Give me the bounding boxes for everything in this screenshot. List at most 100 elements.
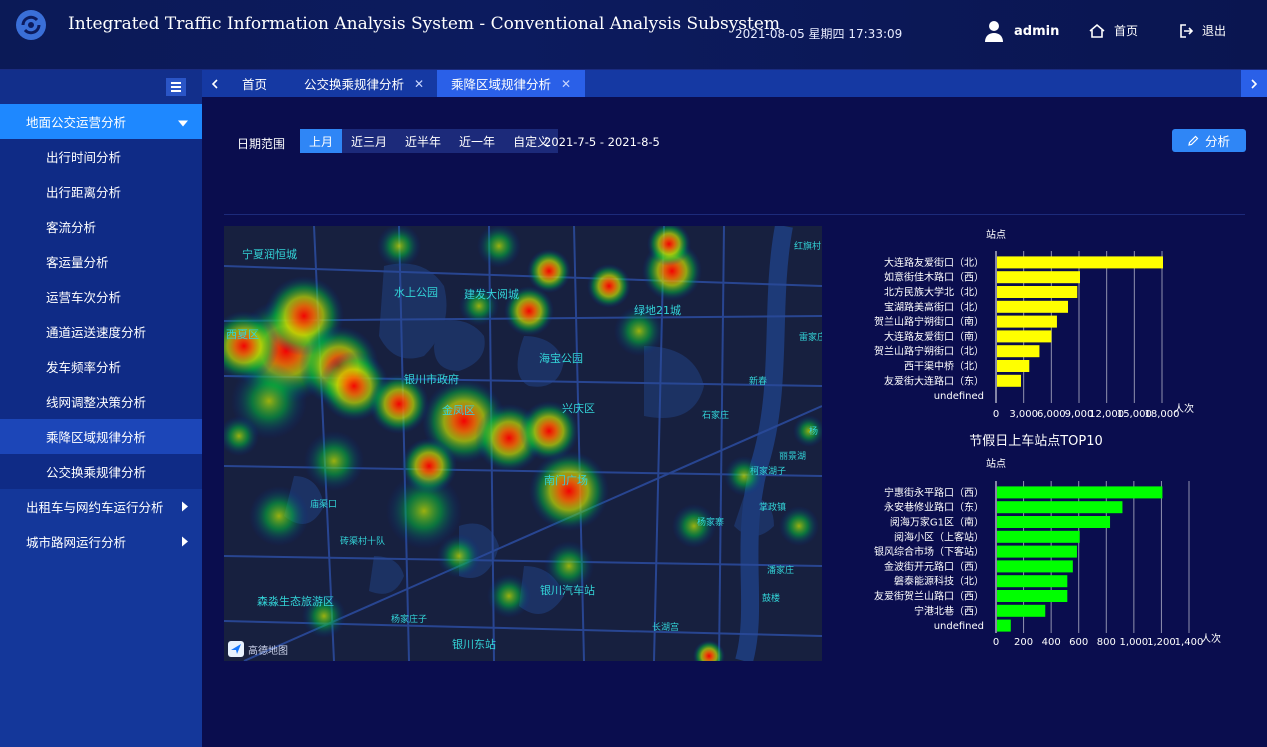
tab-boarding-area[interactable]: 乘降区域规律分析 ✕ bbox=[437, 70, 586, 97]
sidebar-item-label: 公交换乘规律分析 bbox=[46, 465, 147, 480]
map-attribution-text: 高德地图 bbox=[248, 645, 288, 657]
map-label: 长湖宫 bbox=[652, 621, 679, 633]
chart-category-label: 宝湖路美高街口（北） bbox=[884, 300, 984, 313]
logout-label: 退出 bbox=[1202, 24, 1227, 38]
sidebar-item-network-adjustment[interactable]: 线网调整决策分析 bbox=[0, 384, 202, 419]
datetime-display: 2021-08-05 星期四 17:33:09 bbox=[735, 27, 903, 41]
tab-home[interactable]: 首页 bbox=[228, 70, 281, 97]
chart-category-label: 如意街佳木路口（西） bbox=[884, 271, 984, 284]
map-label: 潘家庄 bbox=[767, 564, 794, 576]
date-range-value[interactable]: 2021-7-5 - 2021-8-5 bbox=[544, 135, 660, 149]
app-logo-icon bbox=[16, 10, 46, 40]
chart-category-label: 贺兰山路宁朔街口（南） bbox=[874, 315, 984, 328]
sidebar-item-vehicle-trips[interactable]: 运营车次分析 bbox=[0, 279, 202, 314]
chart-category-label: 北方民族大学北（北） bbox=[884, 286, 984, 299]
date-range-label: 日期范围 bbox=[237, 137, 286, 151]
sidebar-toolbar bbox=[0, 70, 202, 104]
chart-bar bbox=[997, 545, 1077, 558]
map-label: 杨 bbox=[809, 425, 818, 437]
tab-transfer-pattern[interactable]: 公交换乘规律分析 ✕ bbox=[290, 70, 438, 97]
tab-scroll-right-button[interactable] bbox=[1241, 70, 1267, 97]
chart-bar bbox=[997, 374, 1021, 387]
sidebar-item-label: 出行时间分析 bbox=[46, 150, 122, 165]
range-half-year-button[interactable]: 近半年 bbox=[396, 129, 450, 153]
chart-bar bbox=[997, 575, 1068, 588]
range-last-month-button[interactable]: 上月 bbox=[300, 129, 343, 153]
close-icon[interactable]: ✕ bbox=[414, 77, 424, 91]
chart-bar bbox=[997, 486, 1163, 499]
chart-x-tick-label: 6,000 bbox=[1037, 409, 1066, 420]
map-label: 柯家湖子 bbox=[750, 465, 786, 477]
user-menu[interactable]: admin bbox=[984, 20, 1059, 42]
map-label: 银川市政府 bbox=[404, 372, 459, 386]
chart-holiday-stations: 节假日上车站点TOP10 站点 0 200 400 600 800 1,000 1,200 1,4… bbox=[844, 431, 1264, 659]
nav-group-label: 出租车与网约车运行分析 bbox=[26, 500, 164, 515]
nav-group-taxi[interactable]: 出租车与网约车运行分析 bbox=[0, 489, 202, 524]
chart-category-label: 宁惠街永平路口（西） bbox=[884, 486, 984, 499]
chart-x-tick-label: 200 bbox=[1014, 637, 1033, 648]
nav-group-road-network[interactable]: 城市路网运行分析 bbox=[0, 524, 202, 559]
map-label: 掌政镇 bbox=[759, 501, 786, 513]
sidebar: 地面公交运营分析 出行时间分析 出行距离分析 客流分析 客运量分析 运营车次分析… bbox=[0, 70, 202, 747]
chart-bar bbox=[997, 315, 1057, 328]
range-three-months-button[interactable]: 近三月 bbox=[342, 129, 396, 153]
map-label: 宁夏润恒城 bbox=[242, 247, 297, 261]
nav-group-bus-operations[interactable]: 地面公交运营分析 bbox=[0, 104, 202, 139]
sidebar-item-departure-frequency[interactable]: 发车频率分析 bbox=[0, 349, 202, 384]
map-canvas[interactable]: 宁夏润恒城 水上公园 建发大阅城 绿地21城 西夏区 海宝公园 银川市政府 金凤… bbox=[224, 226, 822, 661]
chart-bar bbox=[997, 286, 1078, 298]
analyze-button[interactable]: 分析 bbox=[1172, 129, 1246, 152]
user-icon bbox=[985, 21, 1003, 42]
map-label: 杨家庄子 bbox=[391, 613, 427, 625]
chevron-left-icon bbox=[211, 78, 218, 89]
map-label: 南门广场 bbox=[544, 473, 588, 487]
chart-top-stations-svg: 站点0 3,000 6,000 9,00012,00015,00018,000大连路友… bbox=[874, 228, 1194, 420]
chart-x-tick-label: 0 bbox=[993, 409, 999, 420]
map-label: 石家庄 bbox=[702, 409, 729, 421]
map-label: 银川东站 bbox=[452, 637, 496, 651]
chart-bar bbox=[997, 360, 1030, 372]
home-label: 首页 bbox=[1114, 24, 1139, 38]
chart-bar bbox=[997, 501, 1123, 514]
chart-bar bbox=[997, 530, 1080, 543]
heatmap-map[interactable]: 宁夏润恒城 水上公园 建发大阅城 绿地21城 西夏区 海宝公园 银川市政府 金凤… bbox=[224, 226, 822, 661]
sidebar-item-corridor-speed[interactable]: 通道运送速度分析 bbox=[0, 314, 202, 349]
sidebar-item-label: 出行距离分析 bbox=[46, 185, 122, 200]
section-divider bbox=[224, 214, 1245, 215]
chart-category-label: undefined bbox=[934, 621, 984, 632]
sidebar-item-trip-distance[interactable]: 出行距离分析 bbox=[0, 174, 202, 209]
chart-x-tick-label: 800 bbox=[1097, 637, 1116, 648]
menu-icon-bar bbox=[171, 90, 181, 92]
range-one-year-button[interactable]: 近一年 bbox=[450, 129, 504, 153]
map-label: 绿地21城 bbox=[634, 303, 681, 317]
chart-bar bbox=[997, 619, 1011, 632]
map-label: 水上公园 bbox=[394, 286, 438, 299]
tab-scroll-left-button[interactable] bbox=[202, 70, 228, 97]
pencil-icon bbox=[1188, 135, 1199, 146]
chart-bar bbox=[997, 590, 1068, 602]
logout-link[interactable]: 退出 bbox=[1178, 22, 1226, 39]
close-icon[interactable]: ✕ bbox=[561, 77, 571, 91]
chart-category-label: 贺兰山路宁朔街口（北） bbox=[874, 345, 984, 358]
app-title: Integrated Traffic Information Analysis … bbox=[68, 14, 781, 34]
sidebar-item-passenger-volume[interactable]: 客运量分析 bbox=[0, 244, 202, 279]
map-label: 西夏区 bbox=[226, 328, 259, 341]
chart-x-tick-label: 600 bbox=[1069, 637, 1088, 648]
chart-category-label: 金波街开元路口（西） bbox=[884, 560, 984, 573]
sidebar-item-transfer-pattern[interactable]: 公交换乘规律分析 bbox=[0, 454, 202, 489]
menu-icon-bar bbox=[171, 82, 181, 84]
sidebar-item-boarding-area[interactable]: 乘降区域规律分析 bbox=[0, 419, 202, 454]
chart-bar bbox=[997, 516, 1111, 528]
sidebar-item-trip-time[interactable]: 出行时间分析 bbox=[0, 139, 202, 174]
menu-toggle-button[interactable] bbox=[166, 78, 186, 96]
map-label: 砖渠村十队 bbox=[340, 535, 385, 547]
map-label: 海宝公园 bbox=[539, 351, 583, 365]
home-link[interactable]: 首页 bbox=[1088, 22, 1138, 39]
caret-down-icon bbox=[178, 114, 188, 129]
chart-title: 节假日上车站点TOP10 bbox=[969, 433, 1103, 449]
chart-x-axis-label: 人次 bbox=[1174, 402, 1194, 415]
chart-category-label: 磐泰能源科技（北） bbox=[894, 575, 984, 588]
chart-category-label: 阅海小区（上客站） bbox=[894, 530, 984, 543]
sidebar-item-label: 通道运送速度分析 bbox=[46, 325, 147, 340]
sidebar-item-passenger-flow[interactable]: 客流分析 bbox=[0, 209, 202, 244]
